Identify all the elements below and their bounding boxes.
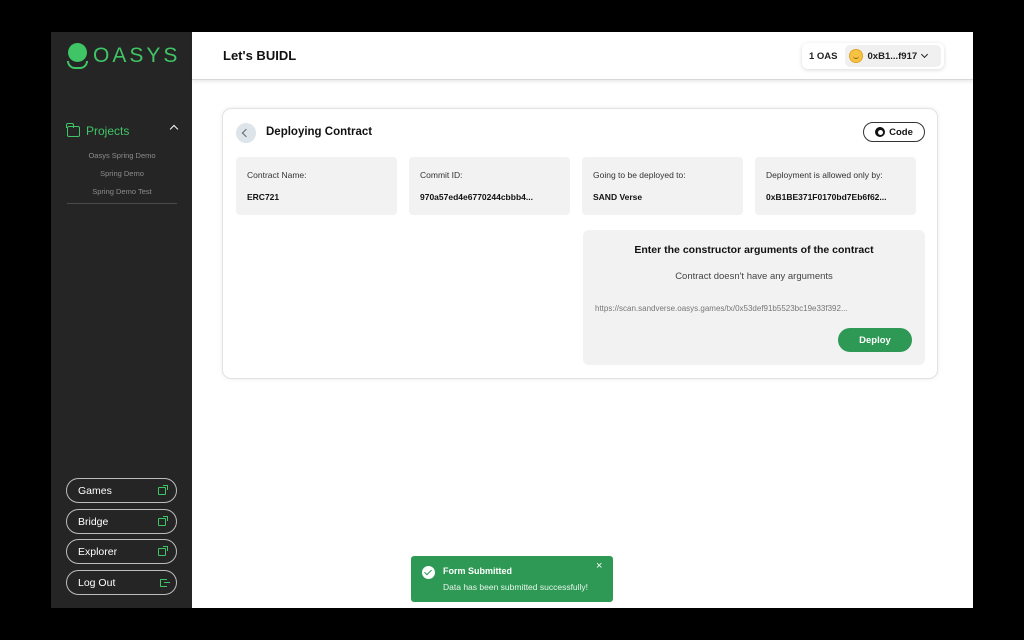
explorer-label: Explorer xyxy=(78,545,118,558)
constructor-args-panel: Enter the constructor arguments of the c… xyxy=(583,230,925,365)
account-avatar-icon xyxy=(848,49,863,63)
logo-text: OASYS xyxy=(93,44,181,67)
check-circle-icon xyxy=(422,566,435,579)
info-allowed-by: Deployment is allowed only by: 0xB1BE371… xyxy=(755,157,916,215)
info-label: Commit ID: xyxy=(420,170,463,180)
app-window: OASYS Projects Oasys Spring Demo Spring … xyxy=(51,32,973,608)
card-title: Deploying Contract xyxy=(266,126,373,138)
info-contract-name: Contract Name: ERC721 xyxy=(236,157,397,215)
success-toast: Form Submitted Data has been submitted s… xyxy=(411,556,613,602)
info-value: SAND Verse xyxy=(593,192,643,202)
sidebar-divider xyxy=(67,203,177,204)
github-icon xyxy=(875,127,886,137)
back-icon[interactable] xyxy=(236,123,256,143)
info-value: 970a57ed4e6770244cbbb4... xyxy=(420,192,533,202)
logout-icon xyxy=(160,579,170,587)
explorer-button[interactable]: Explorer xyxy=(66,539,177,564)
project-item[interactable]: Oasys Spring Demo xyxy=(67,151,177,160)
balance: 1 OAS xyxy=(809,50,838,62)
account-dropdown[interactable]: 0xB1...f917 xyxy=(844,45,941,67)
code-button[interactable]: Code xyxy=(863,122,925,142)
oasys-logo[interactable]: OASYS xyxy=(67,43,180,69)
deploy-button[interactable]: Deploy xyxy=(838,328,912,352)
page-title: Let's BUIDL xyxy=(223,48,297,63)
info-label: Deployment is allowed only by: xyxy=(766,170,883,180)
tx-link[interactable]: https://scan.sandverse.oasys.games/tx/0x… xyxy=(595,304,848,313)
args-title: Enter the constructor arguments of the c… xyxy=(634,244,874,256)
args-subtitle: Contract doesn't have any arguments xyxy=(675,271,833,282)
chevron-up-icon[interactable] xyxy=(169,124,179,134)
external-link-icon xyxy=(158,516,168,526)
games-label: Games xyxy=(78,484,112,497)
close-icon[interactable]: × xyxy=(596,560,602,572)
info-deploy-target: Going to be deployed to: SAND Verse xyxy=(582,157,743,215)
logout-label: Log Out xyxy=(78,576,116,589)
chevron-down-icon xyxy=(921,50,929,59)
wallet-widget[interactable]: 1 OAS 0xB1...f917 xyxy=(802,43,944,69)
external-link-icon xyxy=(158,485,168,495)
info-label: Contract Name: xyxy=(247,170,307,180)
wallet-address: 0xB1...f917 xyxy=(867,50,918,62)
code-label: Code xyxy=(889,126,913,138)
sidebar: OASYS Projects Oasys Spring Demo Spring … xyxy=(51,32,192,608)
oasys-logo-icon xyxy=(67,43,88,69)
bridge-label: Bridge xyxy=(78,515,109,528)
bridge-button[interactable]: Bridge xyxy=(66,509,177,534)
folder-icon xyxy=(66,122,80,137)
projects-label: Projects xyxy=(86,124,130,138)
external-link-icon xyxy=(158,546,168,556)
main-content: Let's BUIDL 1 OAS 0xB1...f917 Deploying … xyxy=(192,32,973,608)
project-item[interactable]: Spring Demo xyxy=(67,169,177,178)
games-button[interactable]: Games xyxy=(66,478,177,503)
info-label: Going to be deployed to: xyxy=(593,170,686,180)
info-commit-id: Commit ID: 970a57ed4e6770244cbbb4... xyxy=(409,157,570,215)
logout-button[interactable]: Log Out xyxy=(66,570,177,595)
toast-title: Form Submitted xyxy=(443,566,512,576)
header: Let's BUIDL 1 OAS 0xB1...f917 xyxy=(192,32,973,80)
project-item[interactable]: Spring Demo Test xyxy=(67,187,177,196)
sidebar-item-projects[interactable]: Projects xyxy=(66,122,179,138)
toast-message: Data has been submitted successfully! xyxy=(443,582,589,592)
deploy-card: Deploying Contract Code Contract Name: E… xyxy=(222,108,938,379)
info-value: 0xB1BE371F0170bd7Eb6f62... xyxy=(766,192,887,202)
info-value: ERC721 xyxy=(247,192,280,202)
